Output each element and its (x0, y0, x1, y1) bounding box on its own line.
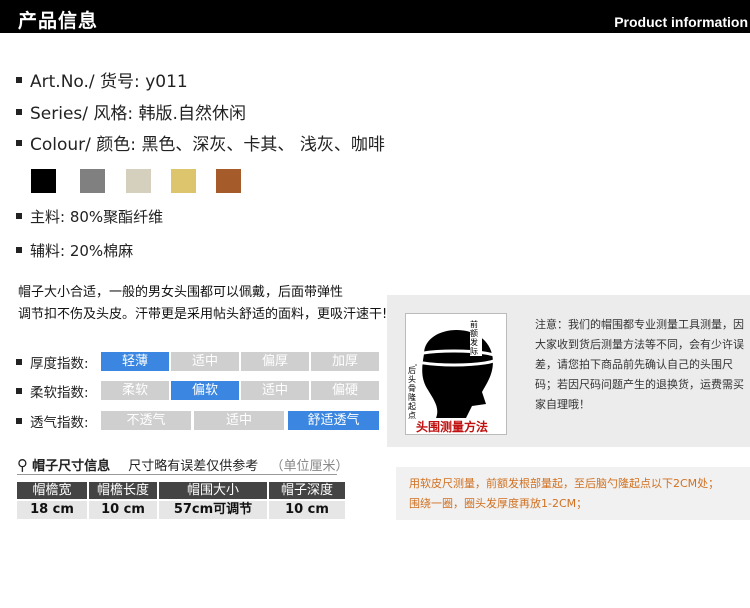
bullet-icon (16, 77, 22, 83)
softness-index-label: 柔软指数: (16, 381, 89, 401)
spec-main-material: 主料: 80%聚酯纤维 (16, 206, 163, 227)
description-line-2: 调节扣不伤及头皮。汗带更是采用帖头舒适的面料，更吸汗速干! (18, 307, 388, 322)
bullet-icon (16, 212, 22, 219)
head-measure-illustration: 前额发际 后头骨隆起点 头围测量方法 (405, 313, 507, 435)
head-silhouette-icon (408, 329, 504, 434)
thickness-index-label: 厚度指数: (16, 352, 89, 372)
thickness-option: 轻薄 (101, 352, 169, 371)
bullet-icon (16, 109, 22, 115)
softness-option: 偏软 (171, 381, 239, 400)
bullet-icon (16, 359, 22, 365)
title-divider (17, 474, 337, 475)
bullet-icon (16, 388, 22, 394)
size-info-title: ⚲ 帽子尺寸信息 尺寸略有误差仅供参考 （单位厘米） (17, 456, 349, 474)
forehead-label: 前额发际 (470, 320, 482, 356)
search-icon: ⚲ (17, 456, 28, 474)
size-value: 57cm可调节 (159, 501, 267, 519)
bullet-icon (16, 246, 22, 253)
thickness-option: 偏厚 (241, 352, 309, 371)
breathability-option: 适中 (194, 411, 284, 430)
softness-option: 柔软 (101, 381, 169, 400)
occipital-label: 后头骨隆起点 (408, 366, 418, 420)
size-header: 帽檐宽 (17, 482, 87, 499)
size-header: 帽子深度 (269, 482, 345, 499)
thickness-option: 适中 (171, 352, 239, 371)
breathability-index-label: 透气指数: (16, 411, 89, 431)
header-bar: 产品信息 Product information (0, 0, 750, 33)
description-line-1: 帽子大小合适，一般的男女头围都可以佩戴，后面带弹性 (18, 285, 344, 300)
size-value: 10 cm (269, 501, 345, 519)
swatch-coffee[interactable] (216, 169, 241, 193)
spec-colour: Colour/ 颜色: 黑色、深灰、卡其、 浅灰、咖啡 (16, 130, 385, 155)
swatch-black[interactable] (31, 169, 56, 193)
size-header: 帽围大小 (159, 482, 267, 499)
bullet-icon (16, 140, 22, 146)
spec-aux-material: 辅料: 20%棉麻 (16, 240, 133, 261)
swatch-dark-gray[interactable] (80, 169, 105, 193)
size-value: 10 cm (89, 501, 157, 519)
header-title-cn: 产品信息 (18, 10, 99, 32)
thickness-option: 加厚 (311, 352, 379, 371)
swatch-light-gray[interactable] (171, 169, 196, 193)
header-title-en: Product information (614, 14, 748, 30)
spec-series: Series/ 风格: 韩版.自然休闲 (16, 99, 246, 124)
bullet-icon (16, 418, 22, 424)
breathability-option: 不透气 (101, 411, 191, 430)
size-header: 帽檐长度 (89, 482, 157, 499)
spec-art-no: Art.No./ 货号: y011 (16, 67, 188, 92)
illustration-caption: 头围测量方法 (416, 420, 489, 434)
size-value: 18 cm (17, 501, 87, 519)
swatch-khaki[interactable] (126, 169, 151, 193)
softness-option: 偏硬 (311, 381, 379, 400)
breathability-option: 舒适透气 (288, 411, 379, 430)
softness-option: 适中 (241, 381, 309, 400)
measurement-note: 注意：我们的帽围都专业测量工具测量，因大家收到货后测量方法等不同，会有少许误差，… (535, 318, 744, 411)
measure-tip-text: 用软皮尺测量，前额发根部量起，至后脑勺隆起点以下2CM处； 围绕一圈，圈头发厚度… (409, 477, 720, 510)
